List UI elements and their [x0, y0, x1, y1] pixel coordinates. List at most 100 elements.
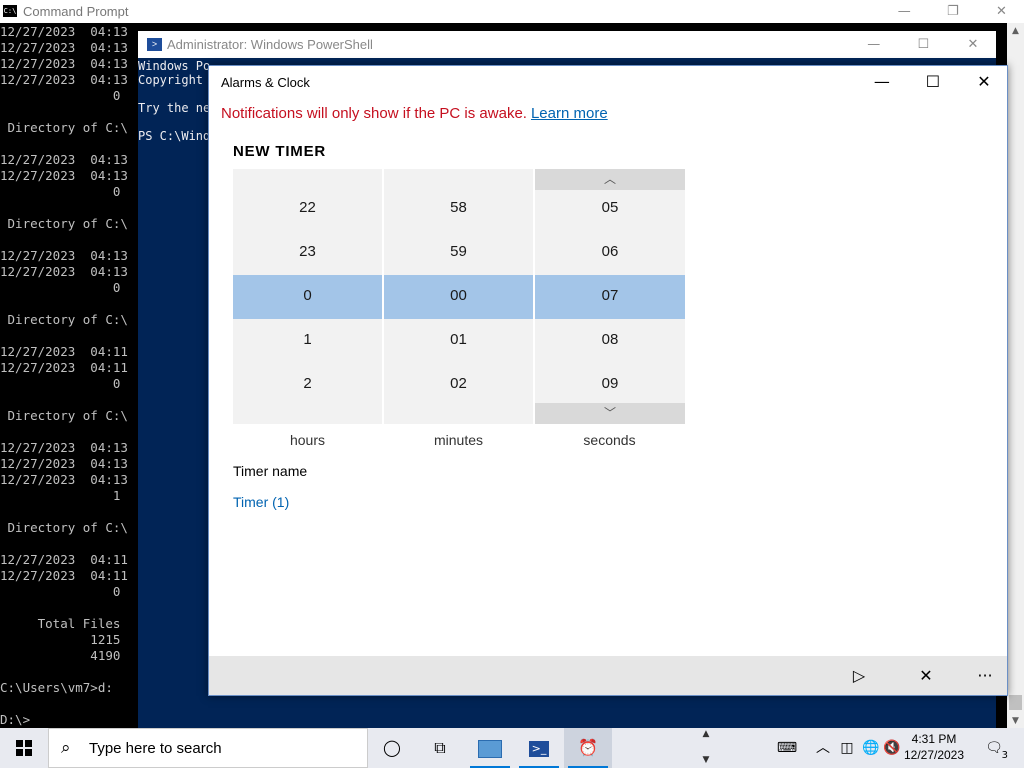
- ps-maximize-button[interactable]: ☐: [900, 31, 946, 58]
- seconds-down-arrow-icon[interactable]: ﹀: [535, 403, 685, 424]
- cmd-line: 12/27/2023 04:13: [0, 72, 128, 87]
- cmd-close-button[interactable]: ✕: [979, 0, 1024, 23]
- minutes-value[interactable]: 01: [384, 331, 533, 348]
- notification-count-badge: 3: [1001, 750, 1008, 762]
- scroll-up-arrow-icon[interactable]: ▲: [1007, 23, 1024, 40]
- cmd-line: C:\Users\vm7>d:: [0, 680, 113, 695]
- minutes-value[interactable]: 00: [384, 287, 533, 304]
- cmd-minimize-button[interactable]: —: [882, 0, 927, 23]
- seconds-value[interactable]: 05: [535, 199, 685, 216]
- time-picker[interactable]: 22 23 0 1 2 58 59 00 01 02 ︿ ﹀ 05 06 07 08 09: [233, 169, 685, 424]
- cmd-line: 12/27/2023 04:13: [0, 248, 128, 263]
- start-button[interactable]: [0, 728, 48, 768]
- network-icon[interactable]: 🌐: [860, 728, 882, 768]
- ps-window-title: Administrator: Windows PowerShell: [167, 37, 373, 52]
- minutes-column[interactable]: 58 59 00 01 02: [384, 169, 533, 424]
- hours-value[interactable]: 2: [233, 375, 382, 392]
- cmd-line: D:\>: [0, 712, 31, 727]
- taskbar-clock[interactable]: 4:31 PM 12/27/2023: [898, 731, 970, 763]
- minutes-value[interactable]: 58: [384, 199, 533, 216]
- cmd-line: 12/27/2023 04:13: [0, 168, 128, 183]
- cmd-restore-button[interactable]: ❐: [930, 0, 975, 23]
- taskbar-search-box[interactable]: ⌕ Type here to search: [48, 728, 368, 768]
- cmd-line: 12/27/2023 04:13: [0, 56, 128, 71]
- alarms-window-title: Alarms & Clock: [221, 75, 310, 90]
- powershell-taskbar-icon[interactable]: >_: [515, 728, 563, 768]
- alarms-clock-taskbar-icon[interactable]: ⏰: [564, 728, 612, 768]
- start-timer-icon[interactable]: ▷: [836, 656, 882, 695]
- ps-line: PS C:\Wind: [138, 129, 211, 143]
- cmd-console-output[interactable]: 12/27/2023 04:13 12/27/2023 04:13 12/27/20…: [0, 24, 138, 730]
- timer-name-label: Timer name: [233, 463, 308, 479]
- ps-line: Copyright: [138, 73, 204, 87]
- cancel-timer-icon[interactable]: ✕: [903, 656, 949, 695]
- ps-title-bar[interactable]: > Administrator: Windows PowerShell — ☐ …: [138, 31, 996, 58]
- cmd-line: 1215: [0, 632, 121, 647]
- input-indicator-icon[interactable]: ⌨: [772, 728, 802, 768]
- seconds-value[interactable]: 07: [535, 287, 685, 304]
- ps-minimize-button[interactable]: —: [851, 31, 897, 58]
- cmd-line: Total Files: [0, 616, 121, 631]
- seconds-column[interactable]: ︿ ﹀ 05 06 07 08 09: [535, 169, 685, 424]
- cmd-line: Directory of C:\: [0, 312, 128, 327]
- cmd-line: 0: [0, 88, 121, 103]
- timer-name-field[interactable]: Timer (1): [233, 494, 289, 510]
- learn-more-link[interactable]: Learn more: [531, 105, 608, 122]
- awake-notification: Notifications will only show if the PC i…: [221, 105, 608, 122]
- clock-time: 4:31 PM: [911, 732, 957, 746]
- seconds-up-arrow-icon[interactable]: ︿: [535, 169, 685, 190]
- cmd-window-title: Command Prompt: [23, 4, 129, 19]
- hours-value[interactable]: 22: [233, 199, 382, 216]
- show-hidden-icons-icon[interactable]: ︿: [814, 728, 832, 768]
- seconds-label: seconds: [583, 432, 636, 448]
- taskbar: ⌕ Type here to search ◯ ⧉ >_ ⏰ ▲ ▼ ⌨ ︿ ◫ …: [0, 728, 1024, 768]
- cmd-line: 12/27/2023 04:13: [0, 152, 128, 167]
- cmd-scrollbar[interactable]: ▲ ▼: [1007, 23, 1024, 730]
- hours-value[interactable]: 0: [233, 287, 382, 304]
- new-timer-heading: NEW TIMER: [233, 143, 327, 160]
- cmd-line: 12/27/2023 04:11: [0, 360, 128, 375]
- cmd-line: Directory of C:\: [0, 408, 128, 423]
- cmd-line: 12/27/2023 04:13: [0, 456, 128, 471]
- ps-console-output[interactable]: Windows Po Copyright Try the ne PS C:\Wind: [138, 59, 213, 179]
- cmd-title-bar[interactable]: C:\ Command Prompt — ❐ ✕: [0, 0, 1024, 23]
- ps-line: Windows Po: [138, 59, 211, 73]
- cmd-line: 4190: [0, 648, 121, 663]
- alarms-maximize-button[interactable]: ☐: [910, 66, 956, 98]
- seconds-value[interactable]: 06: [535, 243, 685, 260]
- minutes-value[interactable]: 59: [384, 243, 533, 260]
- cmd-line: 0: [0, 584, 121, 599]
- cmd-line: Directory of C:\: [0, 520, 128, 535]
- scrollbar-thumb[interactable]: [1009, 695, 1022, 710]
- meet-now-icon[interactable]: ◫: [836, 728, 858, 768]
- hours-value[interactable]: 23: [233, 243, 382, 260]
- hours-label: hours: [289, 432, 326, 448]
- task-view-icon[interactable]: ⧉: [416, 728, 464, 768]
- hours-value[interactable]: 1: [233, 331, 382, 348]
- hours-column[interactable]: 22 23 0 1 2: [233, 169, 382, 424]
- cmd-line: 12/27/2023 04:13: [0, 472, 128, 487]
- alarms-title-bar[interactable]: Alarms & Clock — ☐ ✕: [209, 66, 1007, 98]
- alarms-minimize-button[interactable]: —: [859, 66, 905, 98]
- alarms-close-button[interactable]: ✕: [961, 66, 1007, 98]
- alarms-clock-window[interactable]: Alarms & Clock — ☐ ✕ Notifications will …: [208, 65, 1008, 696]
- ps-close-button[interactable]: ✕: [950, 31, 996, 58]
- minutes-label: minutes: [433, 432, 484, 448]
- cmd-line: Directory of C:\: [0, 216, 128, 231]
- cmd-line: 12/27/2023 04:11: [0, 344, 128, 359]
- cmd-line: 12/27/2023 04:13: [0, 440, 128, 455]
- minutes-value[interactable]: 02: [384, 375, 533, 392]
- server-manager-icon[interactable]: [466, 728, 514, 768]
- cmd-line: 12/27/2023 04:13: [0, 24, 128, 39]
- powershell-app-icon: >: [147, 38, 162, 51]
- notification-text: Notifications will only show if the PC i…: [221, 105, 527, 122]
- search-placeholder: Type here to search: [89, 740, 222, 757]
- seconds-value[interactable]: 09: [535, 375, 685, 392]
- more-options-icon[interactable]: ···: [962, 656, 1008, 695]
- windows-logo-icon: [16, 740, 32, 756]
- cortana-icon[interactable]: ◯: [368, 728, 416, 768]
- cmd-line: 12/27/2023 04:11: [0, 552, 128, 567]
- action-center-icon[interactable]: 🗨 3: [976, 728, 1012, 768]
- seconds-value[interactable]: 08: [535, 331, 685, 348]
- tray-scroll-icon[interactable]: ▲ ▼: [698, 728, 714, 768]
